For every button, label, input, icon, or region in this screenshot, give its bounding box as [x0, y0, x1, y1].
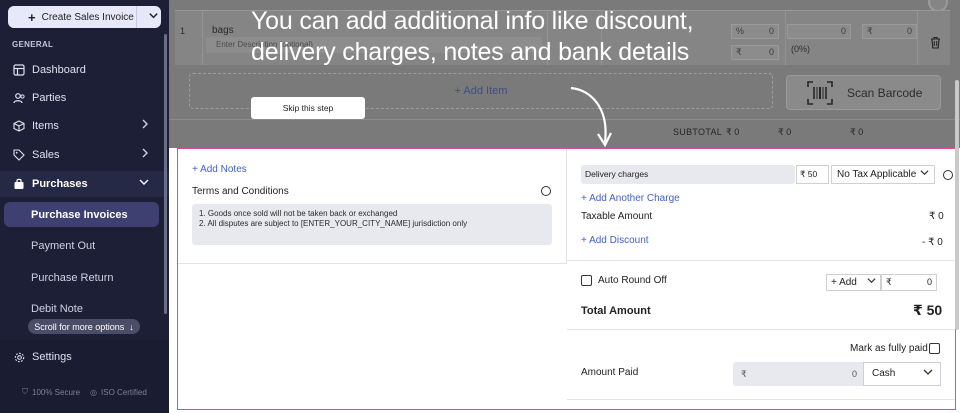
round-off-select-label: + Add: [831, 277, 857, 288]
terms-textarea[interactable]: 1. Goods once sold will not be taken bac…: [192, 204, 552, 245]
notes-section: + Add Notes Terms and Conditions 1. Good…: [178, 149, 567, 264]
auto-round-checkbox[interactable]: [581, 275, 592, 286]
tutorial-message: You can add additional info like discoun…: [251, 6, 771, 68]
chevron-down-icon[interactable]: [148, 10, 159, 24]
create-sales-invoice-label: Create Sales Invoice: [41, 11, 134, 23]
round-off-symbol: ₹: [886, 277, 892, 287]
sidebar: + Create Sales Invoice GENERAL Dashboard…: [0, 0, 169, 413]
sidebar-item-purchases[interactable]: Purchases: [0, 171, 169, 197]
chevron-right-icon: [141, 147, 149, 161]
mark-fully-paid-label: Mark as fully paid: [850, 343, 928, 354]
chevron-right-icon: [141, 118, 149, 132]
amount-input[interactable]: ₹ 0: [862, 24, 917, 39]
iso-icon: ◎: [90, 387, 98, 397]
round-off-value: 0: [926, 277, 932, 287]
chevron-down-icon: [920, 166, 929, 183]
row-index: 1: [180, 26, 186, 36]
delivery-charges-input[interactable]: ₹ 50: [796, 165, 829, 184]
tax-label: (0%): [791, 44, 811, 54]
sidebar-subitem-payment-out[interactable]: Payment Out: [31, 240, 95, 252]
chevron-down-icon: [923, 364, 933, 386]
tutorial-line: You can add additional info like discoun…: [251, 7, 694, 35]
remove-charge-icon[interactable]: [943, 170, 953, 180]
sidebar-item-label: Sales: [32, 149, 60, 161]
subtotal-value: ₹ 0: [850, 127, 864, 137]
additional-info-panel: + Add Notes Terms and Conditions 1. Good…: [177, 148, 956, 410]
round-off-input[interactable]: ₹ 0: [881, 274, 937, 291]
bag-icon: [12, 177, 26, 191]
tax-value-input[interactable]: 0: [787, 24, 851, 39]
subtotal-label: SUBTOTAL: [673, 127, 723, 137]
sidebar-item-dashboard[interactable]: Dashboard: [0, 57, 169, 83]
main-content: 1 bags Enter Description (optional) % 0 …: [169, 0, 960, 413]
tax-select-label: No Tax Applicable: [837, 169, 917, 180]
sidebar-scrollbar[interactable]: [164, 34, 167, 314]
add-another-charge-link[interactable]: + Add Another Charge: [581, 193, 680, 204]
taxable-amount-label: Taxable Amount: [581, 211, 653, 222]
scroll-tip: Scroll for more options ↓: [28, 319, 140, 334]
remove-terms-icon[interactable]: [541, 186, 551, 196]
box-icon: [12, 119, 26, 133]
chevron-down-icon: [139, 176, 149, 190]
add-notes-link[interactable]: + Add Notes: [192, 164, 247, 175]
item-name[interactable]: bags: [212, 25, 234, 36]
shield-icon: ⛉: [22, 387, 28, 396]
sidebar-subitem-debit-note[interactable]: Debit Note: [31, 303, 83, 315]
section-label-general: GENERAL: [12, 40, 54, 49]
scroll-tip-label: Scroll for more options: [34, 321, 125, 332]
sidebar-item-label: Dashboard: [32, 64, 86, 76]
tax-select[interactable]: No Tax Applicable: [831, 165, 935, 184]
chevron-down-icon: [867, 275, 876, 290]
page-scrollbar[interactable]: [955, 80, 959, 330]
settings-label: Settings: [32, 351, 72, 363]
sidebar-subitem-purchase-return[interactable]: Purchase Return: [31, 272, 114, 284]
sidebar-item-label: Parties: [32, 92, 67, 104]
arrow-down-icon: ↓: [129, 321, 134, 332]
tag-icon: [12, 148, 26, 162]
secure-label: 100% Secure: [32, 387, 81, 397]
dashboard-icon: [12, 63, 26, 77]
total-amount-label: Total Amount: [581, 305, 651, 317]
amount-paid-label: Amount Paid: [581, 367, 639, 378]
round-off-select[interactable]: + Add: [826, 274, 881, 291]
amount-paid-input[interactable]: ₹ 0: [733, 362, 863, 386]
security-badges: ⛉ 100% Secure ◎ ISO Certified: [22, 387, 147, 397]
scan-barcode-label: Scan Barcode: [847, 85, 923, 100]
terms-line: 1. Goods once sold will not be taken bac…: [199, 209, 398, 218]
delivery-charges-field[interactable]: Delivery charges: [581, 165, 795, 184]
discount-value: - ₹ 0: [922, 237, 943, 248]
barcode-icon: [807, 80, 833, 105]
terms-line: 2. All disputes are subject to [ENTER_YO…: [199, 219, 468, 228]
create-sales-invoice-button[interactable]: + Create Sales Invoice: [8, 6, 161, 28]
sidebar-item-parties[interactable]: Parties: [0, 85, 169, 111]
payment-mode-label: Cash: [872, 368, 896, 379]
sidebar-item-sales[interactable]: Sales: [0, 142, 169, 168]
arrow-pointer-icon: [570, 86, 612, 148]
terms-title: Terms and Conditions: [192, 186, 289, 197]
sidebar-item-label: Items: [32, 120, 59, 132]
sidebar-subitem-purchase-invoices[interactable]: Purchase Invoices: [31, 209, 128, 221]
subtotal-value: ₹ 0: [778, 127, 792, 137]
sidebar-item-items[interactable]: Items: [0, 113, 169, 139]
plus-icon: +: [28, 9, 36, 25]
payment-mode-select[interactable]: Cash: [863, 362, 941, 386]
iso-label: ISO Certified: [101, 387, 147, 397]
amount-paid-value: 0: [851, 369, 857, 379]
gear-icon: [14, 352, 25, 363]
add-discount-link[interactable]: + Add Discount: [581, 235, 649, 246]
amount-paid-symbol: ₹: [741, 369, 747, 379]
taxable-amount-value: ₹ 0: [929, 211, 944, 222]
scan-barcode-button[interactable]: Scan Barcode: [786, 75, 941, 110]
total-amount-value: ₹ 50: [913, 302, 943, 318]
users-icon: [12, 91, 26, 105]
sidebar-item-settings[interactable]: Settings: [14, 351, 72, 363]
mark-fully-paid-checkbox[interactable]: [929, 343, 940, 354]
subtotal-value: ₹ 0: [726, 127, 740, 137]
skip-step-button[interactable]: Skip this step: [251, 97, 365, 119]
sidebar-item-label: Purchases: [32, 178, 88, 190]
auto-round-label: Auto Round Off: [598, 275, 667, 286]
tutorial-line: delivery charges, notes and bank details: [251, 38, 690, 66]
charges-section: Delivery charges ₹ 50 No Tax Applicable …: [567, 149, 955, 409]
trash-icon[interactable]: [930, 36, 941, 52]
